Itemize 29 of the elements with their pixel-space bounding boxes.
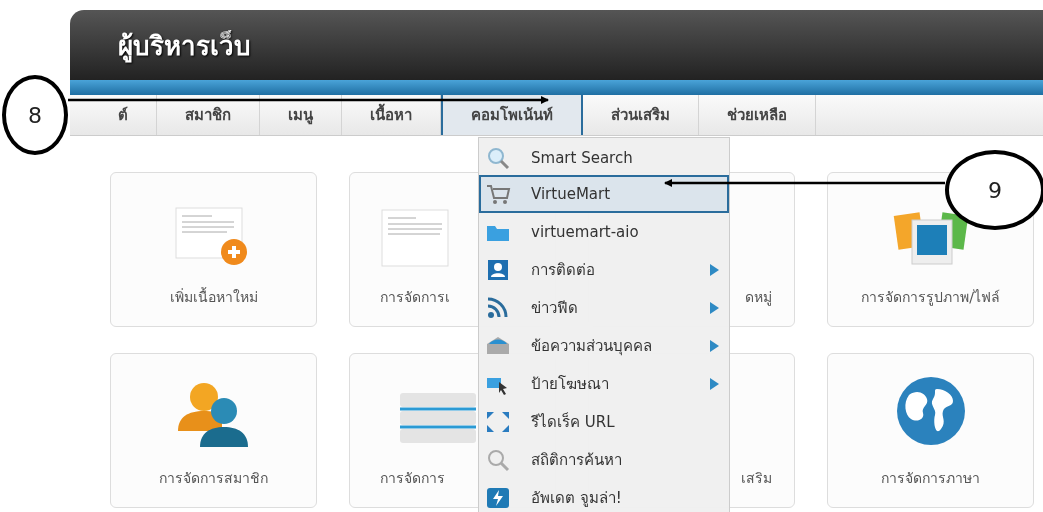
admin-title: ผู้บริหารเว็บ <box>118 29 251 65</box>
callout-number: 8 <box>2 75 68 155</box>
contact-card-icon <box>485 258 511 282</box>
menu-tab[interactable]: ช่วยเหลือ <box>699 95 816 135</box>
tile-label: การจัดการ <box>380 469 445 488</box>
menu-item[interactable]: Smart Search <box>479 141 729 175</box>
menu-tab[interactable]: สมาชิก <box>157 95 260 135</box>
tile-label: เพิ่มเนื้อหาใหม่ <box>169 286 258 307</box>
tile-card[interactable]: เพิ่มเนื้อหาใหม่ <box>110 172 317 327</box>
tile-label: การจัดการสมาชิก <box>159 469 268 488</box>
tile-card[interactable]: การจัดการสมาชิก <box>110 353 317 508</box>
tile-label: ดหมู่ <box>745 288 772 308</box>
menu-tab[interactable]: ต์ <box>70 95 157 135</box>
magnifier-icon <box>485 448 511 472</box>
cart-icon <box>485 182 511 206</box>
menu-tab[interactable]: คอมโพเน้นท์ <box>441 95 583 135</box>
menu-item[interactable]: VirtueMart <box>479 175 729 213</box>
document-icon <box>380 208 450 268</box>
arrows-icon <box>485 410 511 434</box>
menu-tab[interactable]: เมนู <box>260 95 342 135</box>
lightning-icon <box>485 486 511 510</box>
tile-card[interactable]: การจัดการภาษา <box>827 353 1034 508</box>
tile-label: การจัดการเ <box>380 288 450 307</box>
tile-label: เสริม <box>741 469 772 488</box>
menu-tab[interactable]: ส่วนเสริม <box>583 95 699 135</box>
tile-label: การจัดการรูปภาพ/ไฟล์ <box>861 288 1000 308</box>
tile-label: การจัดการภาษา <box>881 469 980 488</box>
magnifier-icon <box>485 146 511 170</box>
callout-number: 9 <box>945 150 1043 230</box>
